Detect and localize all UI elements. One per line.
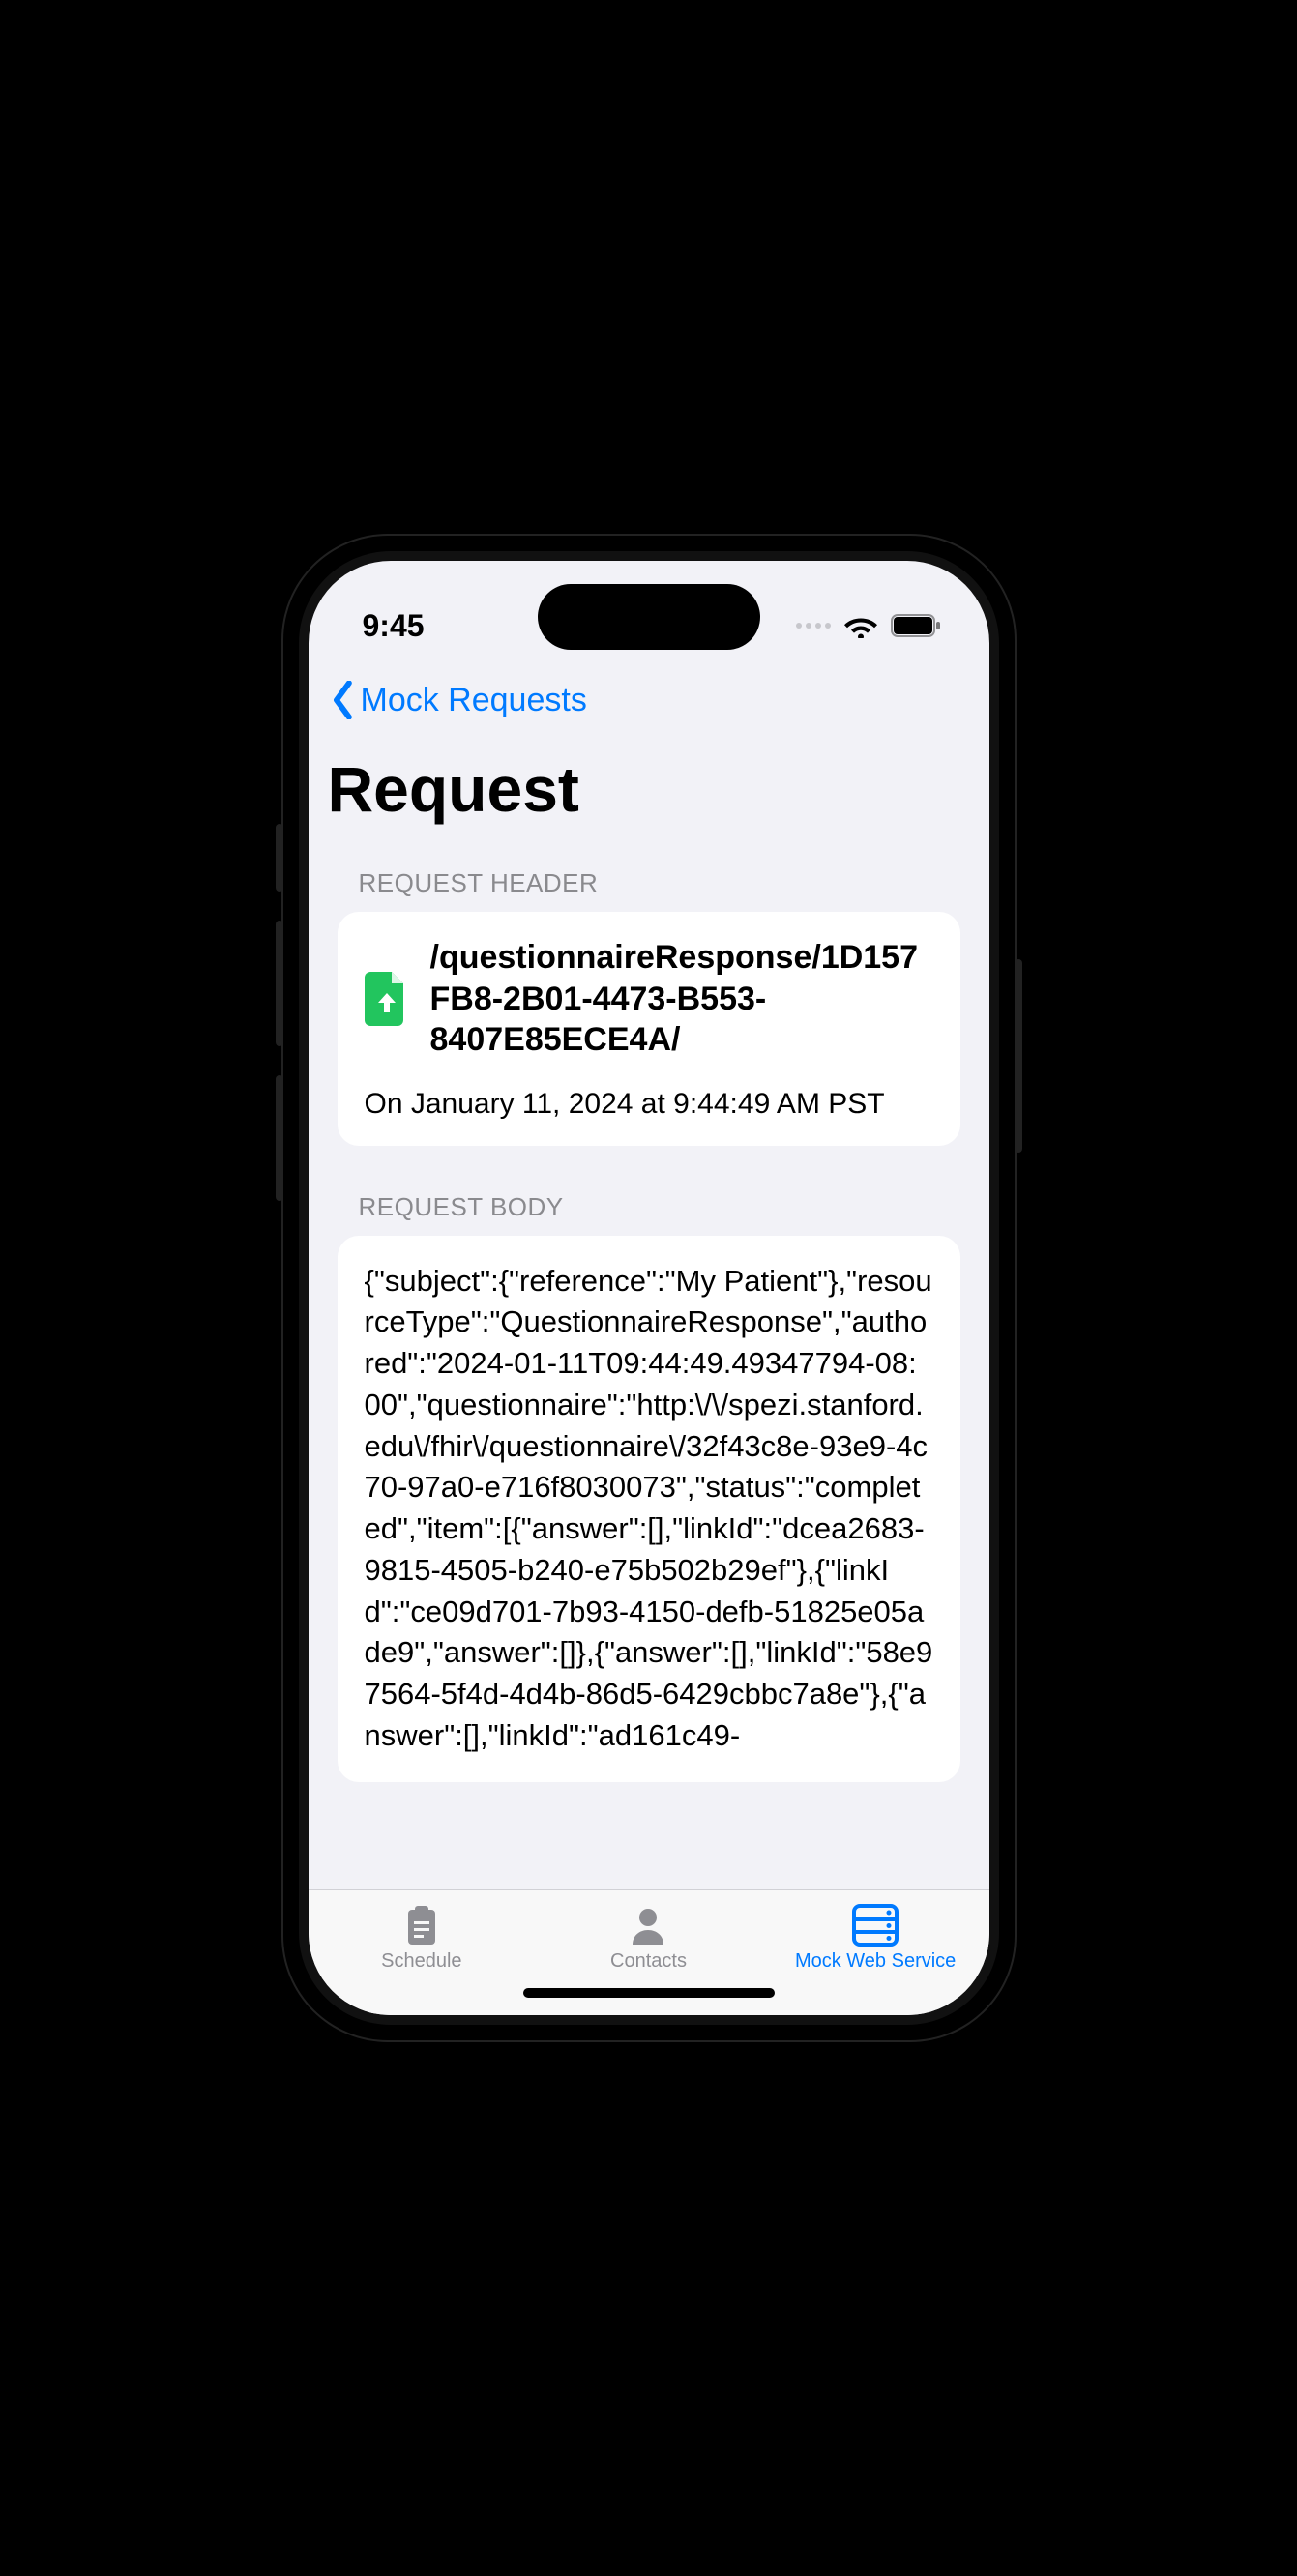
back-button[interactable]: Mock Requests: [328, 681, 970, 719]
dynamic-island: [538, 584, 760, 650]
request-timestamp: On January 11, 2024 at 9:44:49 AM PST: [365, 1061, 933, 1121]
tab-mock-label: Mock Web Service: [795, 1950, 956, 1973]
home-indicator[interactable]: [523, 1988, 775, 1998]
tab-mock-web-service[interactable]: Mock Web Service: [763, 1904, 987, 1973]
request-body-card: {"subject":{"reference":"My Patient"},"r…: [338, 1236, 960, 1782]
file-upload-icon: [365, 972, 409, 1026]
section-label-body: REQUEST BODY: [338, 1146, 960, 1236]
request-path: /questionnaireResponse/1D157FB8-2B01-447…: [430, 937, 933, 1061]
back-label: Mock Requests: [361, 682, 587, 719]
request-body-text: {"subject":{"reference":"My Patient"},"r…: [365, 1261, 933, 1757]
section-label-header: REQUEST HEADER: [338, 845, 960, 912]
request-header-card: /questionnaireResponse/1D157FB8-2B01-447…: [338, 912, 960, 1146]
clipboard-icon: [398, 1904, 445, 1947]
person-icon: [625, 1904, 671, 1947]
status-dots-icon: [796, 623, 831, 629]
tab-schedule-label: Schedule: [381, 1950, 461, 1973]
status-time: 9:45: [363, 608, 425, 644]
server-icon: [852, 1904, 899, 1947]
tab-schedule[interactable]: Schedule: [310, 1904, 534, 1973]
content-scroll[interactable]: REQUEST HEADER /questionnaireResponse/1D…: [309, 845, 989, 1889]
wifi-icon: [844, 613, 877, 638]
chevron-left-icon: [328, 681, 359, 719]
tab-contacts-label: Contacts: [610, 1950, 687, 1973]
page-title: Request: [309, 719, 989, 845]
tab-contacts[interactable]: Contacts: [536, 1904, 760, 1973]
battery-icon: [891, 613, 941, 638]
